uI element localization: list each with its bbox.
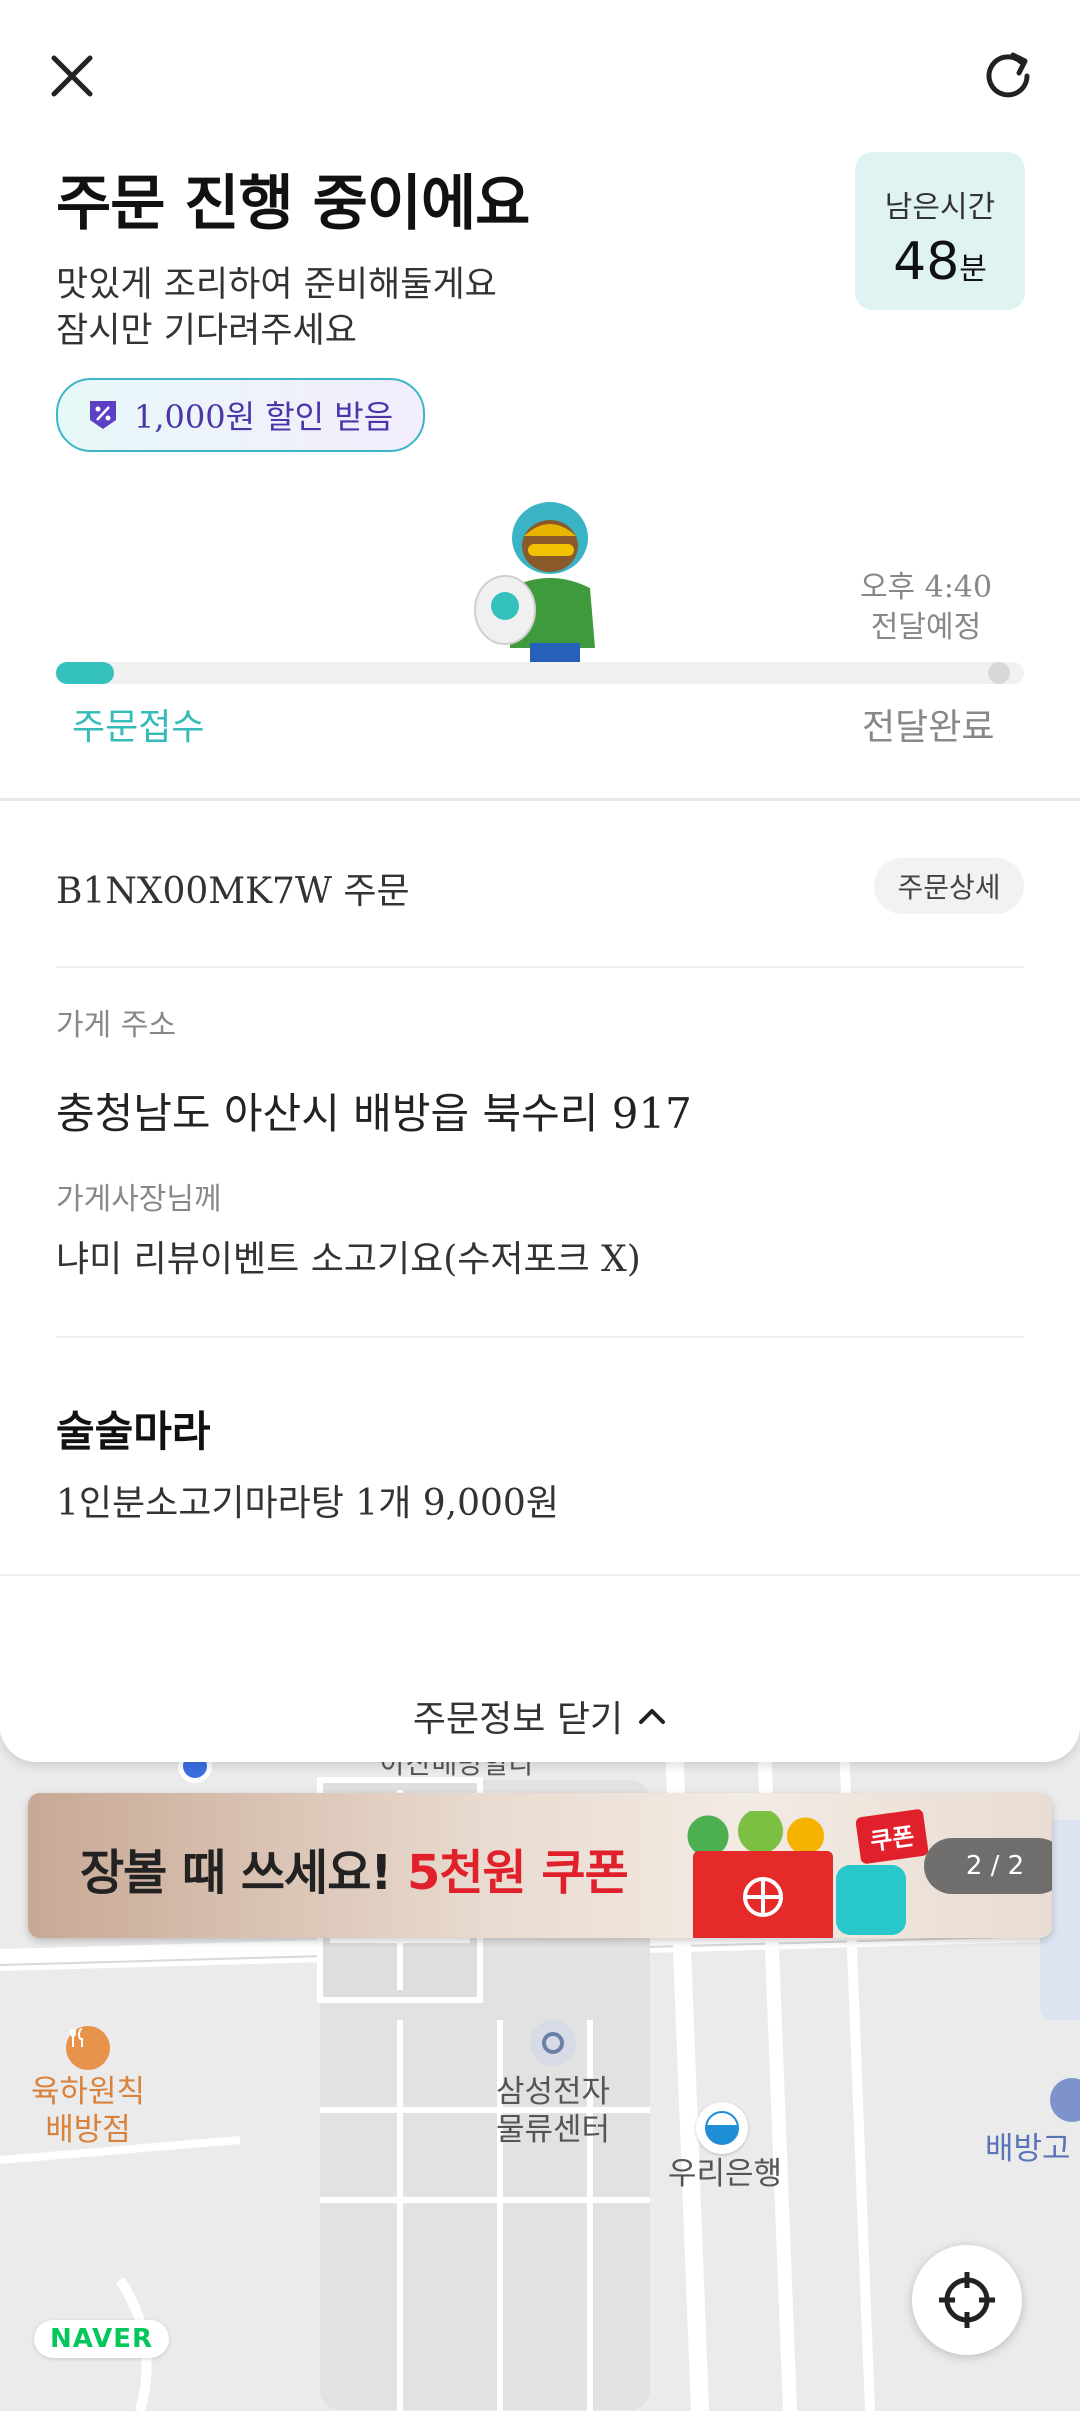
map-poi-restaurant[interactable]: 육하원칙 배방점 [18,2073,158,2149]
progress-fill [56,662,115,684]
restaurant-pin-icon[interactable] [66,2026,110,2070]
step-delivered: 전달완료 [862,707,995,748]
bank-pin-icon[interactable] [696,2102,748,2154]
close-button[interactable] [36,40,108,112]
divider [56,1336,1024,1338]
discount-badge[interactable]: 1,000원 할인 받음 [56,378,426,452]
order-item: 1인분소고기마라탕 1개 9,000원 [56,1483,559,1524]
building-pin-icon[interactable] [530,2020,576,2066]
order-progress-bar [56,662,1024,684]
remaining-time-value: 48분 [855,232,1025,292]
close-icon [51,55,93,97]
eta: 오후 4:40 전달예정 [826,568,1026,648]
order-status-sheet: 주문 진행 중이에요 맛있게 조리하여 준비해둘게요 잠시만 기다려주세요 남은… [0,0,1080,1762]
subtitle-line-2: 잠시만 기다려주세요 [56,311,357,351]
remaining-unit: 분 [959,252,987,287]
store-address: 충청남도 아산시 배방읍 북수리 917 [56,1089,692,1138]
divider [56,966,1024,968]
discount-coupon-icon [90,401,116,429]
divider [0,1574,1080,1576]
crosshair-icon [939,2272,995,2328]
order-id: B1NX00MK7W 주문 [56,871,410,912]
chevron-up-icon [639,1709,666,1724]
banner-text-highlight: 5천원 쿠폰 [406,1845,629,1901]
status-subtitle: 맛있게 조리하여 준비해둘게요 잠시만 기다려주세요 [56,262,497,354]
poi-restaurant-line1: 육하원칙 [30,2074,146,2110]
discount-text: 1,000원 할인 받음 [134,398,394,436]
banner-text-main: 장볼 때 쓰세요! [80,1845,407,1901]
owner-request-label: 가게사장님께 [56,1182,222,1217]
poi-restaurant-line2: 배방점 [45,2112,131,2148]
map-poi-bank[interactable]: 우리은행 [650,2155,800,2193]
coupon-tag: 쿠폰 [855,1808,930,1865]
rider-illustration [470,498,620,663]
naver-logo: NAVER [34,2320,170,2358]
subtitle-line-1: 맛있게 조리하여 준비해둘게요 [56,265,497,305]
poi-samsung-line1: 삼성전자 [495,2074,611,2110]
banner-text: 장볼 때 쓰세요! 5천원 쿠폰 [80,1833,629,1903]
robot-illustration [836,1865,906,1935]
shopping-bag-illustration [693,1851,833,1938]
section-divider [0,798,1080,801]
close-order-info-label: 주문정보 닫기 [412,1699,624,1740]
progress-end-dot [988,662,1010,684]
remaining-time-label: 남은시간 [884,190,996,225]
close-order-info-button[interactable]: 주문정보 닫기 [0,1690,1080,1742]
step-order-received: 주문접수 [72,707,205,748]
current-location-button[interactable] [912,2245,1022,2355]
banner-page-indicator: 2 / 2 [924,1838,1052,1894]
eta-label: 전달예정 [870,610,982,645]
remaining-minutes: 48 [893,232,960,292]
map-poi-samsung[interactable]: 삼성전자 물류센터 [470,2073,636,2149]
poi-samsung-line2: 물류센터 [495,2112,611,2148]
owner-request: 냐미 리뷰이벤트 소고기요(수저포크 X) [56,1239,641,1280]
refresh-button[interactable] [972,40,1044,112]
order-detail-button[interactable]: 주문상세 [874,858,1024,914]
map-poi-school[interactable]: 배방고 [985,2130,1080,2168]
eta-time: 오후 4:40 [859,570,993,605]
remaining-time-box: 남은시간 48분 [855,152,1025,310]
coupon-banner[interactable]: 장볼 때 쓰세요! 5천원 쿠폰 쿠폰 2 / 2 [28,1793,1052,1938]
store-name: 술술마라 [56,1407,211,1456]
store-address-label: 가게 주소 [56,1008,176,1043]
refresh-icon [986,52,1030,98]
page-title: 주문 진행 중이에요 [56,169,530,239]
